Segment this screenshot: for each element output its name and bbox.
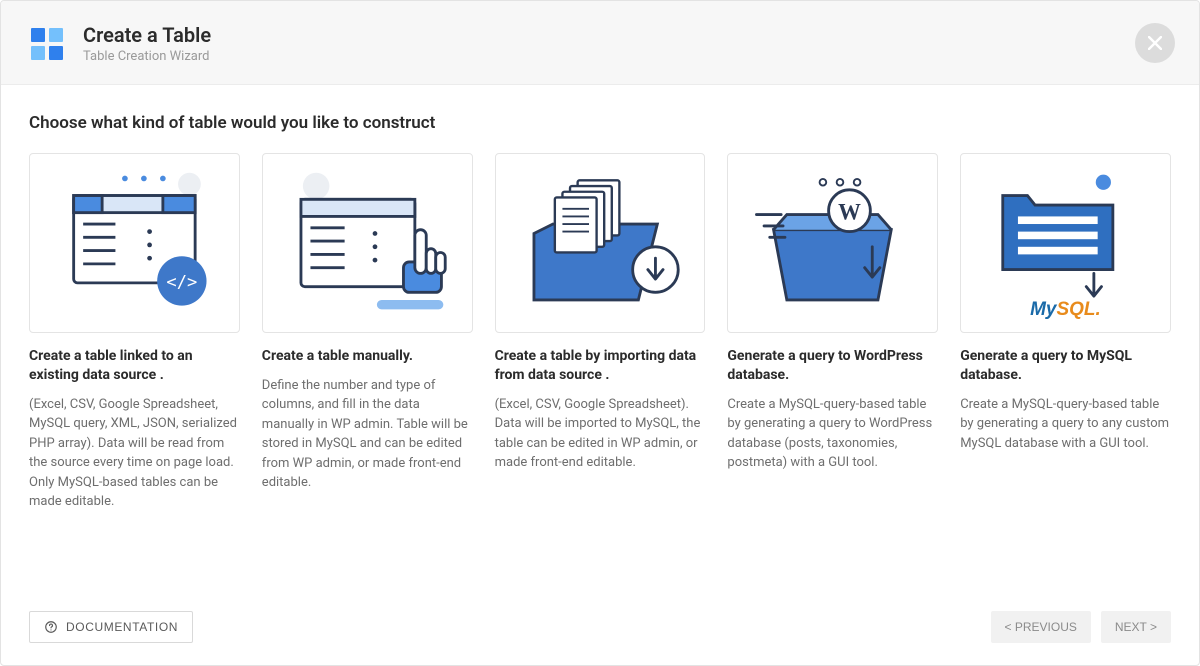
card-mysql-query-illustration-icon: MySQL. [960,153,1171,333]
app-logo-icon [29,26,65,62]
svg-text:W: W [838,199,861,224]
card-title: Generate a query to WordPress database. [727,347,938,385]
wizard-body: Choose what kind of table would you like… [1,85,1199,593]
card-import-illustration-icon [495,153,706,333]
card-wordpress-query-illustration-icon: W [727,153,938,333]
wizard-dialog: Create a Table Table Creation Wizard Cho… [0,0,1200,666]
wizard-titles: Create a Table Table Creation Wizard [83,23,211,64]
option-cards: </> Create a table linked to an existing… [29,153,1171,512]
card-desc: (Excel, CSV, Google Spreadsheet, MySQL q… [29,395,240,512]
help-icon [44,620,58,634]
card-wordpress-query[interactable]: W Generate a query to WordPress database… [727,153,938,512]
documentation-button[interactable]: DOCUMENTATION [29,611,193,643]
card-desc: Create a MySQL-query-based table by gene… [727,395,938,473]
documentation-label: DOCUMENTATION [66,620,178,634]
card-desc: Create a MySQL-query-based table by gene… [960,395,1171,454]
prompt-text: Choose what kind of table would you like… [29,113,1171,133]
card-title: Create a table linked to an existing dat… [29,347,240,385]
next-button[interactable]: NEXT > [1101,611,1171,643]
close-button[interactable] [1135,23,1175,63]
card-linked-source[interactable]: </> Create a table linked to an existing… [29,153,240,512]
svg-text:</>: </> [166,273,197,293]
card-manual[interactable]: Create a table manually. Define the numb… [262,153,473,512]
card-linked-source-illustration-icon: </> [29,153,240,333]
card-manual-illustration-icon [262,153,473,333]
previous-button[interactable]: < PREVIOUS [991,611,1091,643]
svg-text:MySQL.: MySQL. [1030,299,1101,320]
card-import[interactable]: Create a table by importing data from da… [495,153,706,512]
nav-buttons: < PREVIOUS NEXT > [991,611,1172,643]
wizard-header: Create a Table Table Creation Wizard [1,1,1199,85]
card-title: Create a table by importing data from da… [495,347,706,385]
card-title: Generate a query to MySQL database. [960,347,1171,385]
card-desc: (Excel, CSV, Google Spreadsheet). Data w… [495,395,706,473]
card-desc: Define the number and type of columns, a… [262,376,473,493]
card-title: Create a table manually. [262,347,473,366]
wizard-subtitle: Table Creation Wizard [83,49,211,64]
card-mysql-query[interactable]: MySQL. Generate a query to MySQL databas… [960,153,1171,512]
close-icon [1148,36,1162,50]
wizard-title: Create a Table [83,23,211,47]
wizard-footer: DOCUMENTATION < PREVIOUS NEXT > [1,593,1199,665]
